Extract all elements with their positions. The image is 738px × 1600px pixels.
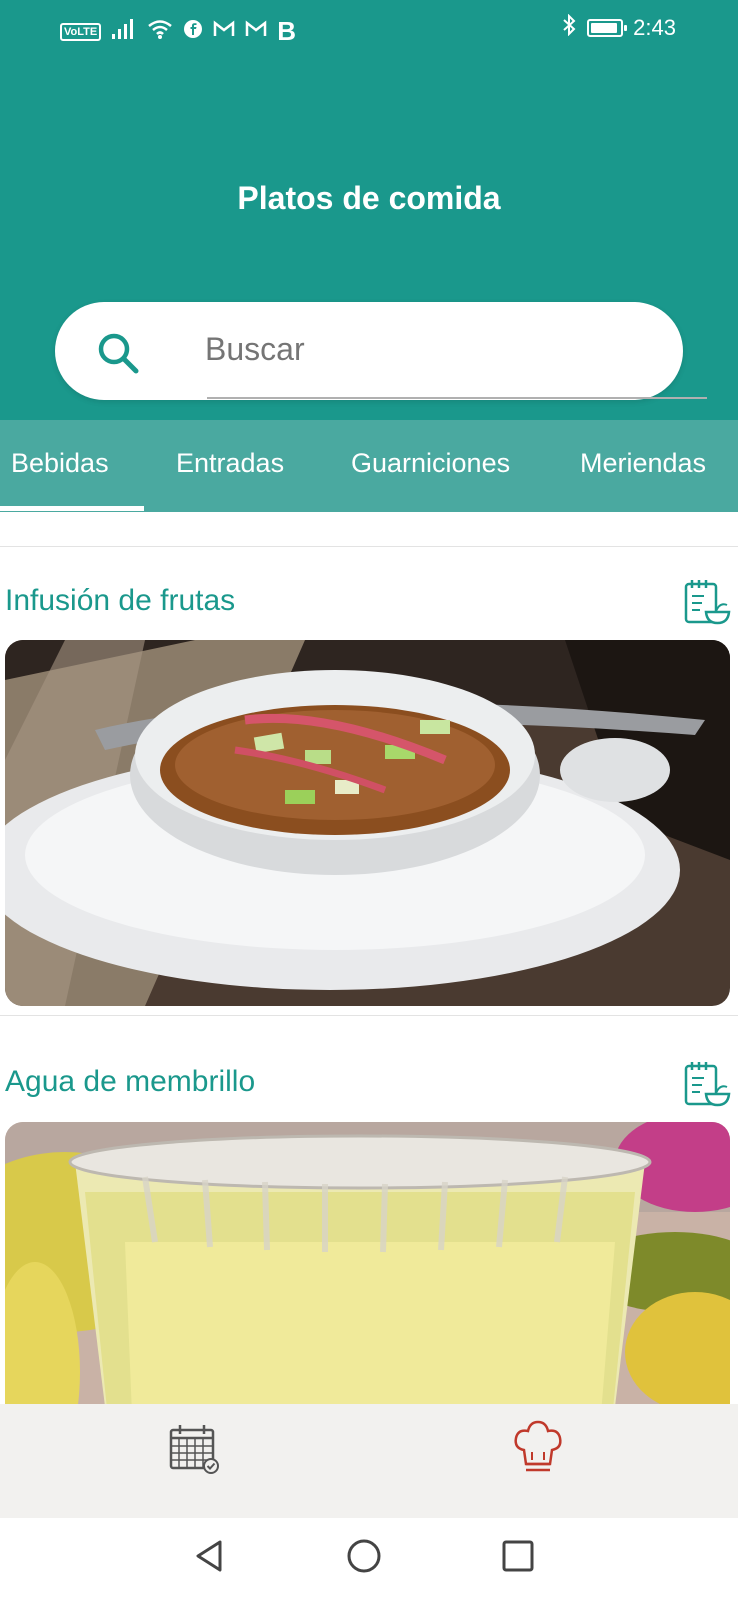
recents-icon[interactable] [498, 1536, 538, 1576]
recipe-notebook-icon[interactable] [682, 1060, 732, 1108]
tab-entradas[interactable]: Entradas [176, 448, 284, 479]
gmail-icon [245, 20, 267, 43]
facebook-icon [183, 19, 203, 44]
gmail-icon [213, 20, 235, 43]
status-time: 2:43 [633, 14, 676, 40]
status-left-icons: VoLTE B [60, 16, 296, 47]
bottom-navigation [0, 1404, 738, 1518]
bluetooth-icon [561, 13, 577, 41]
recipe-image[interactable] [5, 640, 730, 1006]
home-icon[interactable] [344, 1536, 384, 1576]
tab-bebidas[interactable]: Bebidas [11, 448, 109, 479]
back-icon[interactable] [190, 1536, 230, 1576]
selected-tab-indicator [0, 506, 144, 511]
volte-indicator: VoLTE [60, 22, 102, 41]
chef-hat-icon[interactable] [510, 1420, 566, 1476]
app-header: VoLTE B 2:43 Platos de comida Buscar [0, 0, 738, 420]
calendar-icon[interactable] [167, 1420, 223, 1476]
recipe-list[interactable]: Infusión de frutas Agua de membrillo [0, 512, 738, 1404]
battery-icon [587, 18, 628, 37]
status-bar: VoLTE B 2:43 [0, 0, 738, 56]
app-b-icon: B [277, 16, 296, 46]
status-right-icons: 2:43 [561, 13, 676, 41]
page-title: Platos de comida [237, 180, 501, 216]
recipe-image[interactable] [5, 1122, 730, 1404]
tab-guarniciones[interactable]: Guarniciones [351, 448, 510, 479]
divider [0, 546, 738, 547]
recipe-title[interactable]: Infusión de frutas [5, 584, 235, 618]
divider [0, 1015, 738, 1016]
search-icon[interactable] [95, 330, 141, 376]
recipe-notebook-icon[interactable] [682, 578, 732, 626]
tab-meriendas[interactable]: Meriendas [580, 448, 706, 479]
system-navigation-bar [0, 1518, 738, 1600]
search-bar[interactable] [55, 302, 707, 400]
search-input-underline [207, 397, 707, 399]
signal-icon [111, 18, 137, 45]
wifi-icon [147, 18, 173, 45]
search-input[interactable] [205, 324, 645, 374]
category-tabs: Bebidas Entradas Guarniciones Meriendas [0, 420, 738, 512]
recipe-title[interactable]: Agua de membrillo [5, 1065, 255, 1099]
